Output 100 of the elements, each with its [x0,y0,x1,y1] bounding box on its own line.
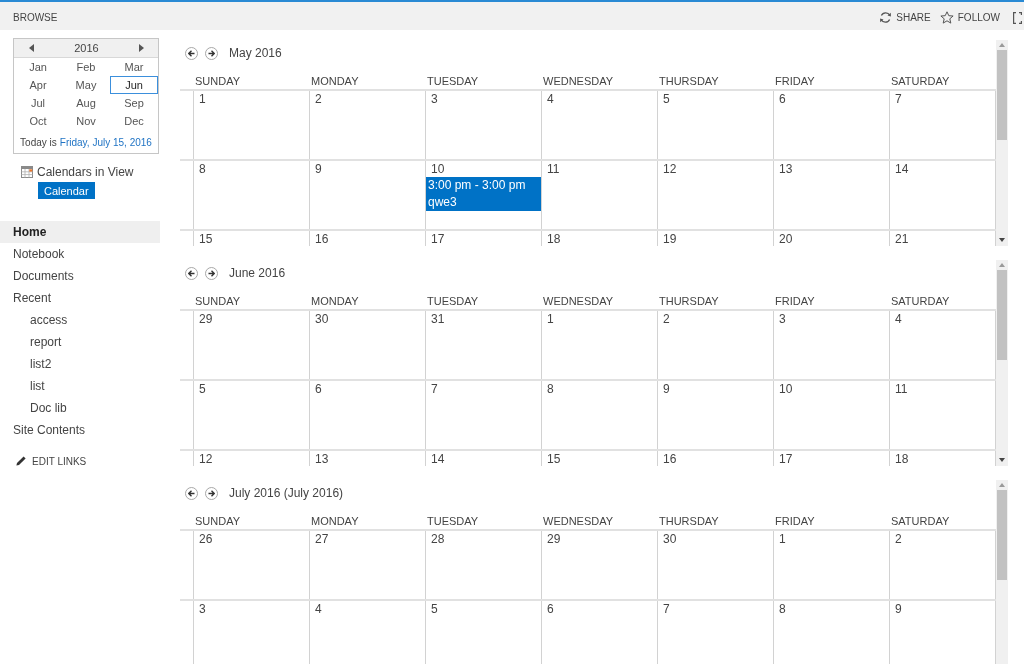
weekday-header: FRIDAY [774,295,816,308]
day-number: 15 [198,231,214,246]
pencil-icon [16,456,26,466]
day-number: 14 [430,451,446,466]
previous-month-button[interactable] [185,46,198,60]
day-number: 6 [314,381,323,397]
day-number: 1 [778,531,787,547]
day-number: 21 [894,231,910,246]
day-number: 12 [198,451,214,466]
down-triangle-icon[interactable] [999,458,1005,462]
day-number: 4 [314,601,323,617]
day-number: 6 [546,601,555,617]
today-link[interactable]: Friday, July 15, 2016 [59,136,152,148]
scrollbar-track[interactable] [996,260,1008,466]
weekday-header: SUNDAY [194,295,242,308]
calendar-icon [21,166,33,178]
weekday-header: WEDNESDAY [542,75,615,88]
calendar-overlay-item[interactable]: Calendar [38,182,95,199]
day-number: 5 [198,381,207,397]
day-number: 4 [894,311,903,327]
weekday-header: MONDAY [310,515,360,528]
weekday-header: FRIDAY [774,515,816,528]
nav-link[interactable]: list [0,375,160,397]
weekday-header: TUESDAY [426,295,480,308]
next-year-button[interactable] [139,44,144,52]
month-option[interactable]: Dec [110,112,158,130]
day-number: 9 [894,601,903,617]
day-number: 17 [430,231,446,246]
day-number: 5 [430,601,439,617]
month-option[interactable]: Feb [62,58,110,76]
previous-month-button[interactable] [185,486,198,500]
month-option[interactable]: Jul [14,94,62,112]
day-number: 7 [662,601,671,617]
previous-month-button[interactable] [185,266,198,280]
nav-link[interactable]: Notebook [0,243,160,265]
scrollbar-track[interactable] [996,480,1008,664]
day-number: 1 [198,91,207,107]
day-number: 18 [894,451,910,466]
down-triangle-icon[interactable] [999,238,1005,242]
month-option[interactable]: May [62,76,110,94]
day-number: 2 [314,91,323,107]
day-number: 5 [662,91,671,107]
day-number: 16 [314,231,330,246]
weekday-header: THURSDAY [658,75,720,88]
day-number: 16 [662,451,678,466]
browse-tab[interactable]: BROWSE [13,12,58,23]
day-number: 3 [198,601,207,617]
month-option[interactable]: Apr [14,76,62,94]
nav-link[interactable]: Site Contents [0,419,160,441]
scrollbar-thumb[interactable] [997,490,1007,580]
day-number: 30 [662,531,678,547]
month-option[interactable]: Oct [14,112,62,130]
day-number: 3 [778,311,787,327]
weekday-header: SUNDAY [194,75,242,88]
calendar-event[interactable]: 3:00 pm - 3:00 pm qwe3 [426,177,541,211]
nav-link[interactable]: report [0,331,160,353]
nav-link[interactable]: Home [0,221,160,243]
nav-link[interactable]: list2 [0,353,160,375]
weekday-header: FRIDAY [774,75,816,88]
month-option[interactable]: Nov [62,112,110,130]
day-number: 13 [314,451,330,466]
share-button[interactable]: SHARE [879,11,931,24]
month-option[interactable]: Jan [14,58,62,76]
day-number: 20 [778,231,794,246]
nav-link[interactable]: Recent [0,287,160,309]
nav-link[interactable]: Doc lib [0,397,160,419]
left-arrow-icon [188,489,195,497]
previous-year-button[interactable] [29,44,34,52]
day-number: 18 [546,231,562,246]
day-number: 10 [430,161,446,177]
day-number: 6 [778,91,787,107]
day-number: 15 [546,451,562,466]
scrollbar-track[interactable] [996,40,1008,246]
next-month-button[interactable] [205,46,218,60]
month-title: July 2016 (July 2016) [229,486,344,500]
day-number: 10 [778,381,794,397]
month-option[interactable]: Mar [110,58,158,76]
star-icon [939,11,954,24]
nav-link[interactable]: access [0,309,160,331]
day-number: 28 [430,531,446,547]
day-number: 31 [430,311,446,327]
weekday-header: THURSDAY [658,295,720,308]
right-arrow-icon [208,269,215,277]
frame-icon[interactable] [1013,11,1022,24]
day-number: 30 [314,311,330,327]
weekday-header: MONDAY [310,295,360,308]
edit-links-link[interactable]: EDIT LINKS [16,451,87,471]
month-title: June 2016 [229,266,286,280]
month-option[interactable]: Jun [110,76,158,94]
month-option[interactable]: Aug [62,94,110,112]
weekday-header: TUESDAY [426,75,480,88]
nav-link[interactable]: Documents [0,265,160,287]
scrollbar-thumb[interactable] [997,270,1007,360]
day-number: 12 [662,161,678,177]
next-month-button[interactable] [205,486,218,500]
month-option[interactable]: Sep [110,94,158,112]
next-month-button[interactable] [205,266,218,280]
scrollbar-thumb[interactable] [997,50,1007,140]
follow-button[interactable]: FOLLOW [939,11,1000,24]
day-number: 26 [198,531,214,547]
